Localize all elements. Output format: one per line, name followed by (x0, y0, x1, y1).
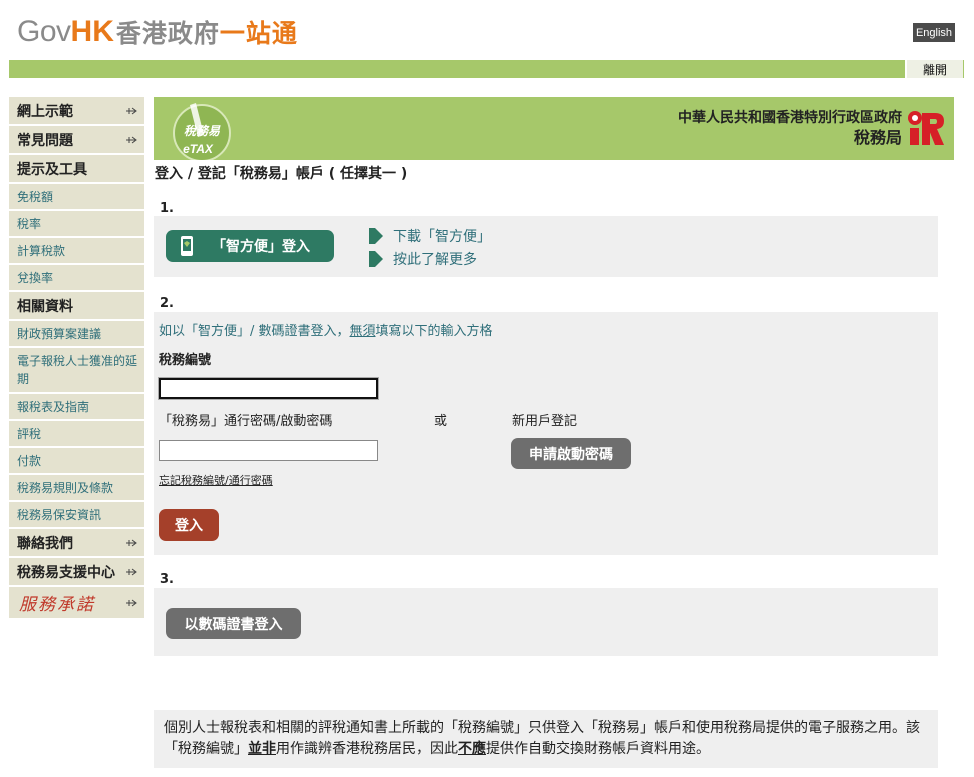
sidebar-item-label: 稅率 (17, 217, 42, 231)
sidebar-item-demo[interactable]: 網上示範 (9, 97, 144, 126)
sidebar-item-exchange-rates[interactable]: 兌換率 (9, 265, 144, 292)
sidebar-item-label: 兌換率 (17, 271, 54, 285)
arrow-right-icon (126, 107, 137, 114)
new-user-label: 新用戶登記 (512, 414, 578, 429)
login-note: 如以「智方便」/ 數碼證書登入，無須填寫以下的輸入方格 (159, 320, 493, 339)
sidebar-item-label: 計算稅款 (17, 244, 66, 258)
sidebar-item-label: 免稅額 (17, 190, 54, 204)
section2-panel: 如以「智方便」/ 數碼證書登入，無須填寫以下的輸入方格 稅務編號 「稅務易」通行… (154, 312, 938, 555)
sidebar-item-label: 聯絡我們 (17, 535, 73, 552)
section1-panel: 「智方便」登入 下載「智方便」 按此了解更多 (154, 216, 938, 277)
notice-emphasis1: 並非 (248, 741, 276, 757)
download-iam-smart-link[interactable]: 下載「智方便」 (369, 226, 491, 246)
sidebar-heading-related: 相關資料 (9, 292, 144, 321)
sidebar-item-label: 稅務易規則及條款 (17, 481, 114, 495)
sidebar-item-label: 相關資料 (17, 298, 73, 315)
sidebar-item-label: 付款 (17, 454, 42, 468)
logo-zh-orange-text: 一站通 (219, 19, 298, 48)
sidebar-item-support[interactable]: 稅務易支援中心 (9, 558, 144, 587)
sidebar-item-terms[interactable]: 稅務易規則及條款 (9, 475, 144, 502)
tax-number-label: 稅務編號 (159, 353, 212, 368)
sidebar-item-security[interactable]: 稅務易保安資訊 (9, 502, 144, 529)
sidebar-item-allowances[interactable]: 免稅額 (9, 184, 144, 211)
sidebar-item-assessment[interactable]: 評稅 (9, 421, 144, 448)
etax-banner: 稅務易 eTAX 中華人民共和國香港特別行政區政府 稅務局 (154, 97, 954, 160)
etax-logo-icon: 稅務易 eTAX (173, 103, 231, 160)
etax-en-text: eTAX (183, 142, 214, 156)
sidebar-item-label: 稅務易保安資訊 (17, 508, 102, 522)
or-label: 或 (434, 414, 448, 429)
sidebar-item-label: 提示及工具 (17, 161, 87, 178)
arrow-right-icon (126, 599, 137, 606)
logo-gov-text: Gov (17, 15, 71, 48)
sidebar-item-extension[interactable]: 電子報稅人士獲准的延期 (9, 348, 144, 394)
apply-activation-password-button[interactable]: 申請啟動密碼 (511, 438, 631, 469)
section3-panel: 以數碼證書登入 (154, 588, 938, 656)
learn-more-link[interactable]: 按此了解更多 (369, 249, 477, 269)
sidebar-item-label: 報稅表及指南 (17, 400, 90, 414)
section3-number: 3. (160, 572, 174, 587)
triangle-right-icon (369, 228, 383, 244)
tax-number-notice: 個別人士報稅表和相關的評稅通知書上所載的「稅務編號」只供登入「稅務易」帳戶和使用… (154, 710, 938, 768)
department-line2: 稅務局 (853, 128, 902, 147)
sidebar-item-performance-pledge[interactable]: 服務承諾 (9, 587, 144, 620)
sidebar-item-tax-rates[interactable]: 稅率 (9, 211, 144, 238)
sidebar-heading-tips: 提示及工具 (9, 155, 144, 184)
login-note-underline: 無須 (349, 324, 376, 339)
sidebar-item-label: 評稅 (17, 427, 42, 441)
password-input[interactable] (159, 440, 378, 461)
tax-number-input[interactable] (158, 377, 379, 400)
iam-smart-login-button[interactable]: 「智方便」登入 (166, 230, 334, 262)
login-button[interactable]: 登入 (159, 509, 219, 541)
digital-certificate-login-button[interactable]: 以數碼證書登入 (166, 608, 301, 639)
learn-more-label: 按此了解更多 (393, 252, 477, 268)
triangle-right-icon (369, 251, 383, 267)
sidebar-item-label: 電子報稅人士獲准的延期 (17, 354, 138, 386)
page-title: 登入 / 登記「稅務易」帳戶 ( 任擇其一 ) (155, 166, 408, 182)
top-green-bar (9, 60, 964, 78)
ir-logo-icon (908, 111, 944, 145)
etax-zh-text: 稅務易 (184, 124, 221, 138)
leave-button[interactable]: 離開 (905, 60, 963, 78)
iam-smart-login-label: 「智方便」登入 (212, 239, 310, 255)
sidebar-item-label: 稅務易支援中心 (17, 564, 115, 581)
login-note-prefix: 如以「智方便」/ 數碼證書登入， (159, 324, 350, 339)
sidebar-nav: 網上示範 常見問題 提示及工具 免稅額 稅率 計算稅款 兌換率 相關資料 財政預… (9, 97, 144, 620)
sidebar-item-faq[interactable]: 常見問題 (9, 126, 144, 155)
sidebar-item-budget[interactable]: 財政預算案建議 (9, 321, 144, 348)
english-language-button[interactable]: English (913, 23, 955, 42)
sidebar-item-return-guide[interactable]: 報稅表及指南 (9, 394, 144, 421)
govhk-logo[interactable]: Gov HK 香港政府 一站通 (17, 14, 298, 50)
notice-part3: 提供作自動交換財務帳戶資料用途。 (486, 741, 710, 757)
section2-number: 2. (160, 296, 174, 311)
logo-hk-text: HK (70, 15, 114, 48)
sidebar-item-label: 常見問題 (17, 132, 73, 149)
sidebar-item-label: 服務承諾 (19, 595, 95, 615)
iam-smart-icon (181, 236, 193, 256)
download-iam-smart-label: 下載「智方便」 (393, 229, 491, 245)
sidebar-item-tax-calculator[interactable]: 計算稅款 (9, 238, 144, 265)
logo-zh-grey-text: 香港政府 (115, 19, 220, 48)
login-note-suffix: 填寫以下的輸入方格 (375, 324, 493, 339)
arrow-right-icon (126, 136, 137, 143)
arrow-right-icon (126, 539, 137, 546)
sidebar-item-contact[interactable]: 聯絡我們 (9, 529, 144, 558)
notice-part2: 用作識辨香港稅務居民，因此 (276, 741, 458, 757)
notice-emphasis2: 不應 (458, 741, 486, 757)
arrow-right-icon (126, 568, 137, 575)
password-label: 「稅務易」通行密碼/啟動密碼 (159, 414, 333, 429)
department-title: 中華人民共和國香港特別行政區政府 稅務局 (678, 109, 902, 147)
section1-number: 1. (160, 201, 174, 216)
sidebar-item-label: 網上示範 (17, 103, 73, 120)
sidebar-item-label: 財政預算案建議 (17, 327, 102, 341)
sidebar-item-payment[interactable]: 付款 (9, 448, 144, 475)
department-line1: 中華人民共和國香港特別行政區政府 (678, 110, 902, 126)
forgot-credentials-link[interactable]: 忘記稅務編號/通行密碼 (159, 472, 273, 488)
